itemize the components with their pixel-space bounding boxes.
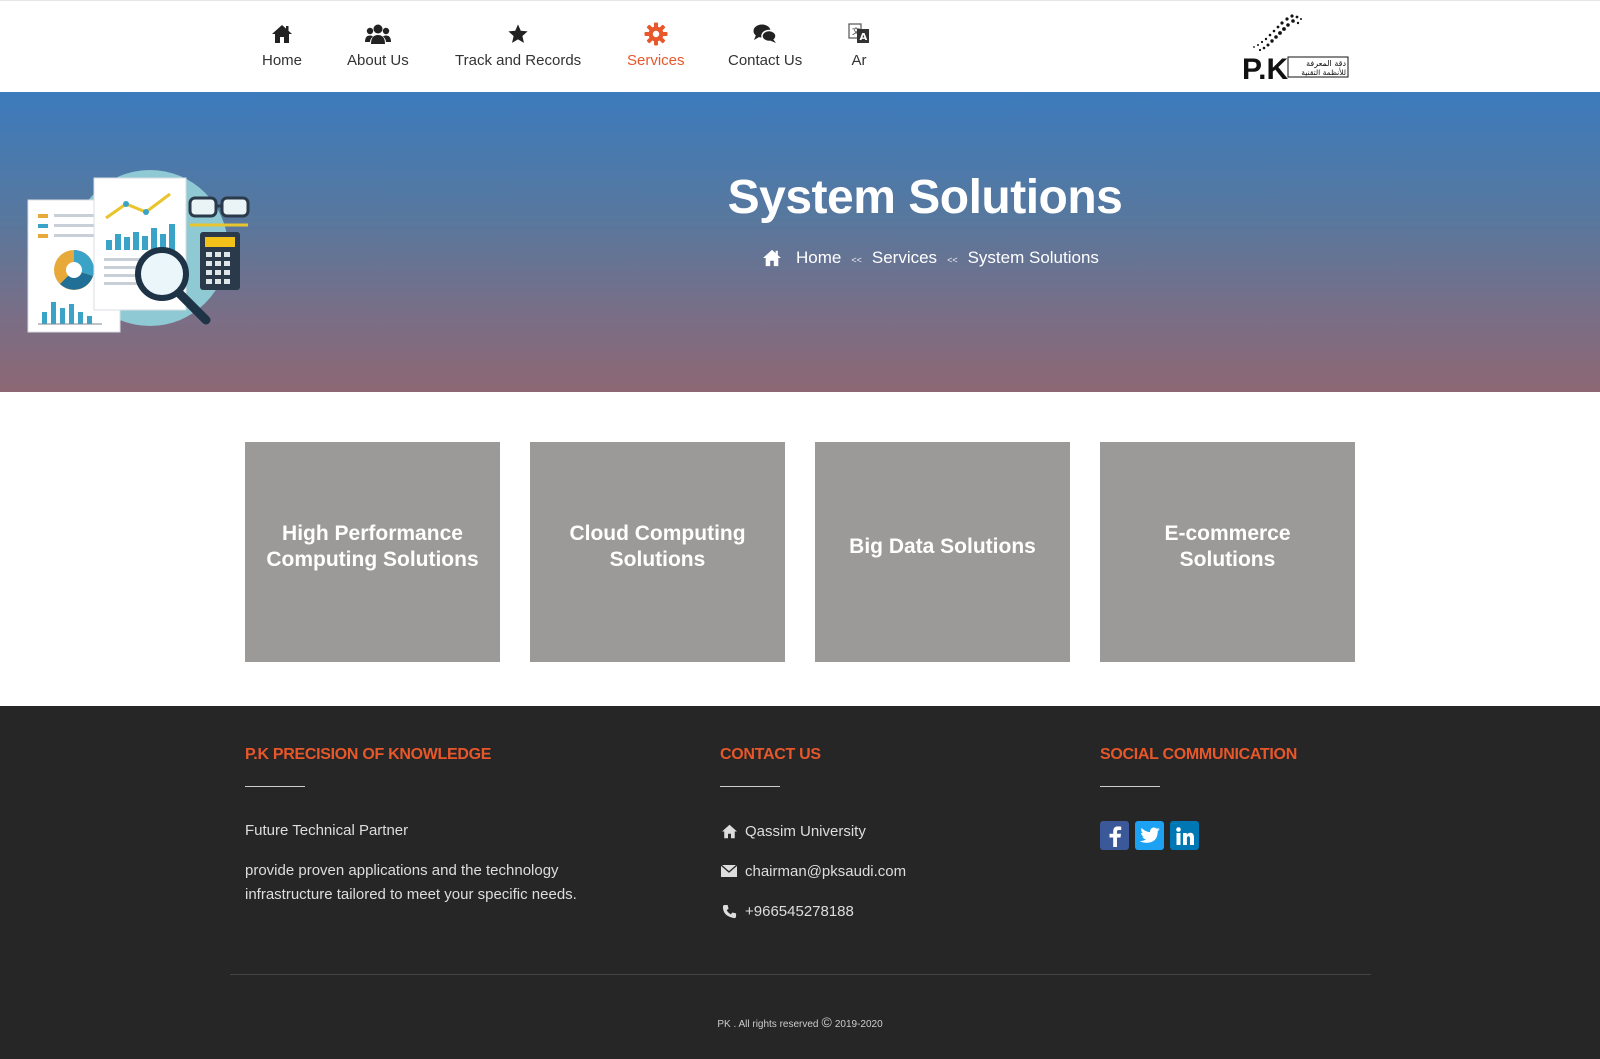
solution-card-label: Big Data Solutions — [849, 535, 1036, 558]
footer-social-column: SOCIAL COMMUNICATION — [1100, 746, 1360, 850]
users-icon — [364, 21, 391, 47]
solution-card-label: E-commerce Solutions — [1164, 522, 1291, 571]
contact-address-text: Qassim University — [745, 822, 866, 840]
page-hero-banner: System Solutions Home << Services << Sys… — [0, 92, 1600, 392]
analytics-illustration — [22, 162, 258, 342]
twitter-icon[interactable] — [1135, 821, 1164, 850]
facebook-icon[interactable] — [1100, 821, 1129, 850]
comments-icon — [752, 21, 778, 47]
home-icon — [269, 21, 295, 47]
company-logo[interactable]: P.K دقة المعرفة للأنظمة التقنية — [1240, 13, 1358, 86]
contact-email[interactable]: chairman@pksaudi.com — [720, 859, 1040, 883]
copyright-symbol: © — [821, 1014, 832, 1030]
breadcrumb-separator: << — [851, 255, 862, 265]
nav-item-label: Services — [627, 52, 685, 69]
home-icon — [720, 824, 738, 839]
nav-item-label: Contact Us — [728, 52, 803, 69]
contact-address: Qassim University — [720, 819, 1040, 843]
star-icon — [505, 21, 531, 47]
phone-icon — [720, 904, 738, 919]
nav-item-home[interactable]: Home — [262, 21, 302, 69]
nav-item-about-us[interactable]: About Us — [347, 21, 409, 69]
svg-text:A: A — [860, 32, 868, 43]
footer-about-heading: P.K PRECISION OF KNOWLEDGE — [245, 746, 492, 763]
footer-divider — [230, 974, 1371, 975]
heading-underline — [245, 786, 305, 787]
home-icon — [762, 249, 782, 267]
nav-item-label: Ar — [851, 52, 867, 69]
heading-underline — [1100, 786, 1160, 787]
copyright-text: PK . All rights reserved — [717, 1019, 819, 1030]
solution-card-ecommerce[interactable]: E-commerce Solutions — [1100, 442, 1355, 662]
copyright-notice: PK . All rights reserved © 2019-2020 — [0, 1014, 1600, 1030]
nav-item-label: About Us — [347, 52, 409, 69]
page-title: System Solutions — [727, 171, 1123, 224]
breadcrumb-home-link[interactable]: Home — [796, 248, 841, 268]
language-icon: 文A — [846, 21, 872, 47]
nav-item-label: Track and Records — [455, 52, 582, 69]
solution-card-big-data[interactable]: Big Data Solutions — [815, 442, 1070, 662]
solutions-grid: High Performance Computing Solutions Clo… — [245, 442, 1355, 662]
footer-tagline: Future Technical Partner — [245, 822, 409, 839]
envelope-icon — [720, 865, 738, 877]
site-footer: P.K PRECISION OF KNOWLEDGE Future Techni… — [0, 706, 1600, 1059]
footer-social-heading: SOCIAL COMMUNICATION — [1100, 746, 1297, 763]
solution-card-label: Cloud Computing Solutions — [569, 522, 746, 571]
contact-phone-link[interactable]: +966545278188 — [745, 903, 854, 920]
contact-phone[interactable]: +966545278188 — [720, 899, 1040, 923]
logo-dots-graphic — [1253, 14, 1302, 52]
breadcrumb-current: System Solutions — [967, 248, 1099, 267]
contact-email-link[interactable]: chairman@pksaudi.com — [745, 863, 906, 880]
top-navbar: Home About Us Track and Records Services… — [0, 0, 1600, 92]
gear-icon — [643, 21, 669, 47]
nav-item-language[interactable]: 文A Ar — [846, 21, 872, 69]
svg-text:للأنظمة التقنية: للأنظمة التقنية — [1301, 67, 1346, 77]
svg-text:P.K: P.K — [1242, 53, 1288, 83]
social-links — [1100, 821, 1360, 850]
footer-description: provide proven applications and the tech… — [245, 862, 577, 903]
heading-underline — [720, 786, 780, 787]
solution-card-cloud-computing[interactable]: Cloud Computing Solutions — [530, 442, 785, 662]
breadcrumb-separator: << — [947, 255, 958, 265]
footer-about-column: P.K PRECISION OF KNOWLEDGE Future Techni… — [245, 746, 605, 907]
copyright-years: 2019-2020 — [834, 1019, 883, 1030]
solution-card-label: High Performance Computing Solutions — [266, 522, 479, 571]
nav-item-label: Home — [262, 52, 303, 69]
footer-contact-column: CONTACT US Qassim University chairman@pk… — [720, 746, 1040, 923]
linkedin-icon[interactable] — [1170, 821, 1199, 850]
breadcrumb-services-link[interactable]: Services — [872, 248, 937, 268]
solution-card-hpc[interactable]: High Performance Computing Solutions — [245, 442, 500, 662]
logo-arabic-text: دقة المعرفة — [1306, 59, 1346, 68]
nav-item-services[interactable]: Services — [627, 21, 685, 69]
breadcrumb: Home << Services << System Solutions — [762, 248, 1099, 268]
nav-item-track-and-records[interactable]: Track and Records — [455, 21, 581, 69]
footer-contact-heading: CONTACT US — [720, 746, 821, 763]
nav-item-contact-us[interactable]: Contact Us — [728, 21, 802, 69]
